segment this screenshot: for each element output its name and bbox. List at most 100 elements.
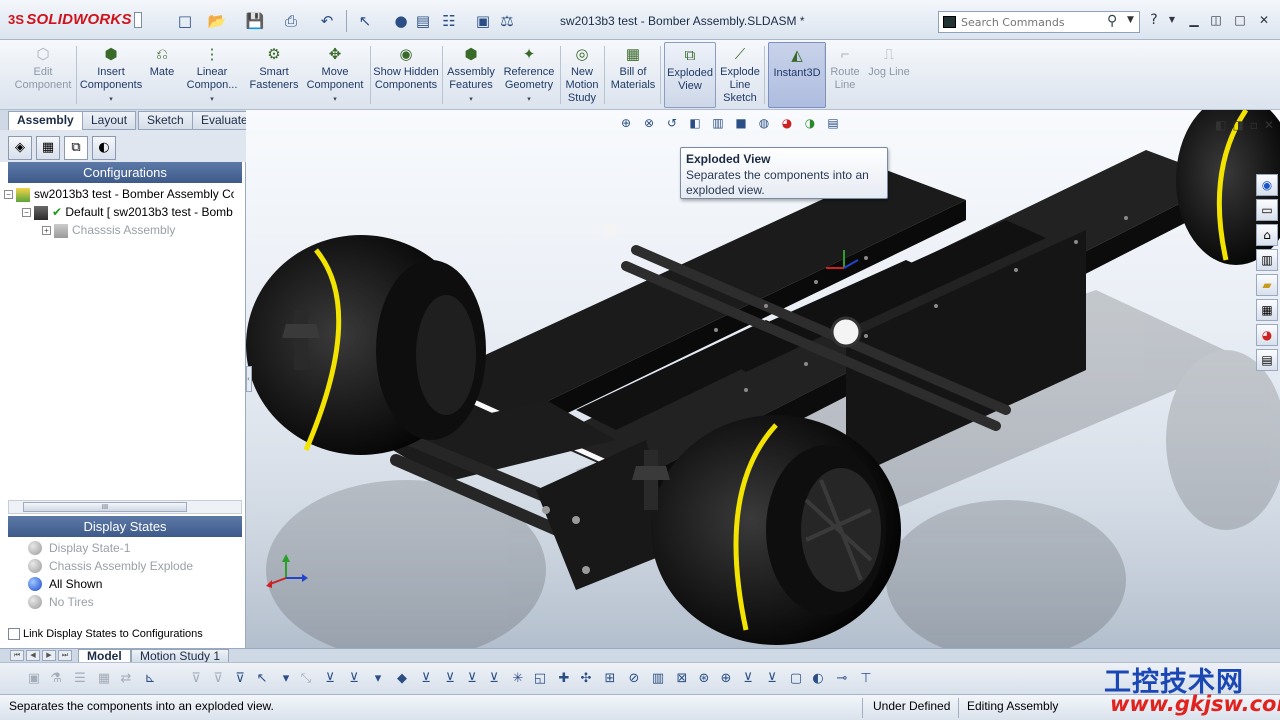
restore-icon[interactable]: ◫ bbox=[1208, 12, 1224, 28]
filter-20-icon[interactable]: ⊻ bbox=[762, 669, 782, 689]
prev-tab-icon[interactable]: ◀ bbox=[26, 650, 40, 661]
filter-17-icon[interactable]: ⊛ bbox=[694, 669, 714, 689]
hide-show-items-icon[interactable]: ◍ bbox=[754, 116, 774, 136]
filter-4-icon[interactable]: ◆ bbox=[392, 669, 412, 689]
filter-9-icon[interactable]: ✳ bbox=[508, 669, 528, 689]
reference-geometry-button[interactable]: ✦ Reference Geometry ▾ bbox=[500, 42, 558, 108]
display-state-item[interactable]: All Shown bbox=[28, 575, 102, 593]
next-tab-icon[interactable]: ▶ bbox=[42, 650, 56, 661]
solidworks-logo[interactable]: 3S SOLIDWORKS bbox=[8, 11, 132, 28]
edit-appearance-icon[interactable]: ◕ bbox=[777, 116, 797, 136]
jog-line-button[interactable]: ⎍ Jog Line bbox=[866, 42, 912, 108]
property-manager-icon[interactable]: ▦ bbox=[36, 136, 60, 160]
linear-component-button[interactable]: ⋮ Linear Compon... ▾ bbox=[182, 42, 242, 108]
appearances-icon[interactable]: ◕ bbox=[1256, 324, 1278, 346]
print-icon[interactable]: ⎙ bbox=[278, 10, 304, 32]
magic-select-icon[interactable]: ⤡ bbox=[296, 669, 316, 689]
filter-icon[interactable]: ⇄ bbox=[116, 669, 136, 689]
options-icon[interactable]: ☷ bbox=[436, 10, 462, 32]
tab-motion-study-1[interactable]: Motion Study 1 bbox=[131, 649, 230, 663]
filter-14-icon[interactable]: ⊘ bbox=[624, 669, 644, 689]
folder-icon[interactable]: ▰ bbox=[1256, 274, 1278, 296]
collapse-icon[interactable]: − bbox=[4, 190, 13, 200]
collapse-icon[interactable]: − bbox=[22, 208, 31, 218]
filter-21-icon[interactable]: ▢ bbox=[786, 669, 806, 689]
grid-icon[interactable]: ▦ bbox=[94, 669, 114, 689]
chevron-down-icon[interactable]: ▾ bbox=[109, 93, 113, 106]
close-viewport-icon[interactable]: ✕ bbox=[1264, 118, 1274, 132]
tab-model[interactable]: Model bbox=[78, 649, 131, 663]
display-state-item[interactable]: Display State-1 bbox=[28, 539, 130, 557]
filter-11-icon[interactable]: ✚ bbox=[554, 669, 574, 689]
filter-12-icon[interactable]: ✣ bbox=[576, 669, 596, 689]
custom-properties-icon[interactable]: ▤ bbox=[1256, 349, 1278, 371]
tile-viewport-icon[interactable]: ◨ bbox=[1232, 118, 1243, 132]
instant3d-button[interactable]: ◭ Instant3D bbox=[768, 42, 826, 108]
display-state-item[interactable]: Chassis Assembly Explode bbox=[28, 557, 193, 575]
filter-faces-icon[interactable]: ⊽ bbox=[186, 669, 206, 689]
display-style-icon[interactable]: ■ bbox=[731, 116, 751, 136]
file-explorer-icon[interactable]: ▥ bbox=[1256, 249, 1278, 271]
select-icon[interactable]: ↖ bbox=[252, 669, 272, 689]
section-view-icon[interactable]: ◧ bbox=[685, 116, 705, 136]
chevron-down-icon[interactable]: ▾ bbox=[210, 93, 214, 106]
balance-icon[interactable]: ⚖ bbox=[494, 10, 520, 32]
insert-components-button[interactable]: ⬢ Insert Components ▾ bbox=[80, 42, 142, 108]
previous-view-icon[interactable]: ↺ bbox=[662, 116, 682, 136]
select-arrow-icon[interactable]: ↖ bbox=[352, 10, 378, 32]
component-list-icon[interactable]: ☰ bbox=[70, 669, 90, 689]
left-front-tire[interactable] bbox=[246, 235, 486, 455]
solidworks-resources-icon[interactable]: ◉ bbox=[1256, 174, 1278, 196]
filter-19-icon[interactable]: ⊻ bbox=[738, 669, 758, 689]
maximize-icon[interactable]: □ bbox=[1232, 12, 1248, 28]
filter-7-icon[interactable]: ⊻ bbox=[462, 669, 482, 689]
bill-of-materials-button[interactable]: ▦ Bill of Materials bbox=[608, 42, 658, 108]
display-state-item[interactable]: No Tires bbox=[28, 593, 94, 611]
search-commands[interactable]: ⚲ ▼ bbox=[938, 11, 1140, 33]
search-icon[interactable]: ⚲ bbox=[1107, 13, 1117, 29]
filter-6-icon[interactable]: ⊻ bbox=[440, 669, 460, 689]
display-manager-icon[interactable]: ◐ bbox=[92, 136, 116, 160]
chevron-down-icon[interactable]: ▾ bbox=[333, 93, 337, 106]
move-component-button[interactable]: ✥ Move Component ▾ bbox=[304, 42, 366, 108]
filter-13-icon[interactable]: ⊞ bbox=[600, 669, 620, 689]
zoom-to-fit-icon[interactable]: ⊕ bbox=[616, 116, 636, 136]
filter-1-icon[interactable]: ⊻ bbox=[320, 669, 340, 689]
filter-24-icon[interactable]: ⊤ bbox=[856, 669, 876, 689]
show-hidden-button[interactable]: ◉ Show Hidden Components bbox=[372, 42, 440, 108]
panel-collapse-handle[interactable]: ‹ bbox=[246, 366, 252, 392]
filter-23-icon[interactable]: ⊸ bbox=[832, 669, 852, 689]
route-line-button[interactable]: ⌐ Route Line bbox=[828, 42, 862, 108]
tree-horizontal-scrollbar[interactable]: III bbox=[8, 500, 242, 514]
filter-2-icon[interactable]: ⊻ bbox=[344, 669, 364, 689]
save-icon[interactable]: 💾 bbox=[242, 10, 268, 32]
smart-fasteners-button[interactable]: ⚙ Smart Fasteners bbox=[250, 42, 299, 108]
axis-icon[interactable]: ⊾ bbox=[140, 669, 160, 689]
config-tree-item[interactable]: − ✔ Default [ sw2013b3 test - Bomb bbox=[22, 204, 234, 221]
exploded-view-button[interactable]: ⧉ Exploded View bbox=[664, 42, 716, 108]
filter-15-icon[interactable]: ▥ bbox=[648, 669, 668, 689]
close-icon[interactable]: ✕ bbox=[1256, 12, 1272, 28]
config-tree-item[interactable]: + Chasssis Assembly bbox=[42, 222, 234, 239]
view-toggle-icon[interactable]: ▣ bbox=[470, 10, 496, 32]
help-button[interactable]: ? bbox=[1146, 12, 1162, 28]
select-dropdown-icon[interactable]: ▾ bbox=[276, 669, 296, 689]
right-front-tire[interactable] bbox=[651, 415, 901, 645]
edit-component-button[interactable]: ⬡ Edit Component bbox=[14, 42, 72, 108]
chevron-down-icon[interactable]: ▾ bbox=[469, 93, 473, 106]
scrollbar-thumb[interactable]: III bbox=[23, 502, 187, 512]
view-orientation-icon[interactable]: ▥ bbox=[708, 116, 728, 136]
filter-8-icon[interactable]: ⊻ bbox=[484, 669, 504, 689]
first-tab-icon[interactable]: ⏮ bbox=[10, 650, 24, 661]
filter-10-icon[interactable]: ◱ bbox=[530, 669, 550, 689]
view-palette-icon[interactable]: ▦ bbox=[1256, 299, 1278, 321]
view-settings-icon[interactable]: ▤ bbox=[823, 116, 843, 136]
minimize-icon[interactable]: ▁ bbox=[1186, 12, 1202, 28]
design-library-icon[interactable]: ▭ bbox=[1256, 199, 1278, 221]
tab-assembly[interactable]: Assembly bbox=[8, 111, 83, 130]
menu-flyout-arrow[interactable] bbox=[134, 12, 142, 28]
checkbox-icon[interactable] bbox=[8, 628, 20, 641]
filter-5-icon[interactable]: ⊻ bbox=[416, 669, 436, 689]
tab-sketch[interactable]: Sketch bbox=[138, 111, 193, 130]
configuration-manager-icon[interactable]: ⧉ bbox=[64, 136, 88, 160]
